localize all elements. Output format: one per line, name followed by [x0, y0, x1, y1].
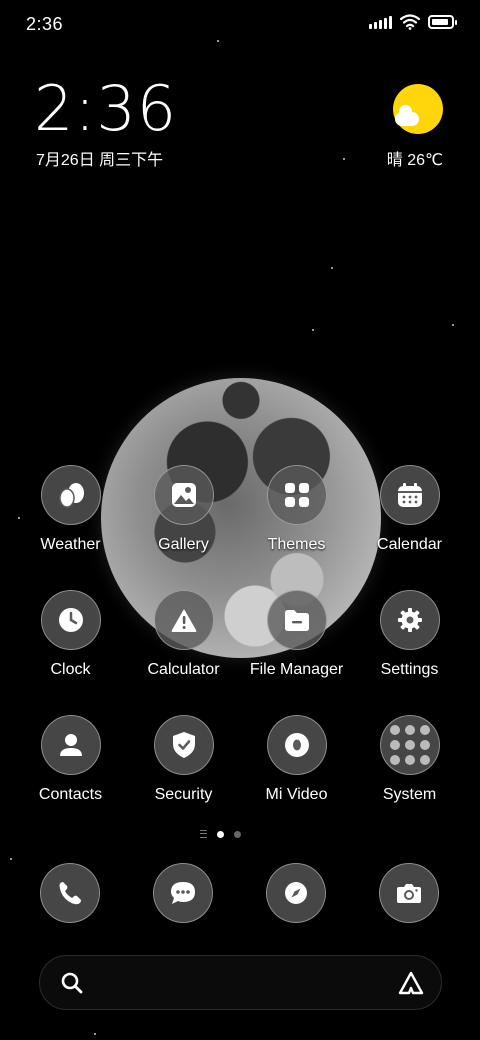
- calculator-icon[interactable]: [153, 590, 214, 650]
- star: [312, 329, 314, 331]
- app-label: Calendar: [377, 536, 442, 553]
- assistant-icon[interactable]: [397, 970, 425, 996]
- app-mi-video[interactable]: Mi Video: [240, 715, 353, 804]
- app-label: Settings: [380, 661, 439, 678]
- themes-icon[interactable]: [266, 465, 327, 525]
- weather-widget[interactable]: 晴 26℃: [383, 84, 443, 174]
- wifi-icon: [400, 14, 420, 30]
- phone-icon[interactable]: [40, 863, 100, 923]
- app-label: System: [382, 786, 437, 803]
- dock-messages[interactable]: [153, 863, 213, 923]
- system-folder-icon[interactable]: [379, 715, 440, 775]
- dock-camera[interactable]: [379, 863, 439, 923]
- star: [217, 40, 219, 42]
- page-dot-active[interactable]: [217, 830, 224, 838]
- security-icon[interactable]: [153, 715, 214, 775]
- home-screen: 2:36 2:36 7月26日 周三下午 晴 26℃ Weather Galle: [0, 0, 480, 1040]
- app-weather[interactable]: Weather: [14, 465, 127, 554]
- signal-icon: [369, 15, 392, 29]
- star: [452, 324, 454, 326]
- app-label: Security: [154, 786, 213, 803]
- app-file-manager[interactable]: File Manager: [240, 590, 353, 679]
- app-label: Mi Video: [265, 786, 328, 803]
- clock-widget-date[interactable]: 7月26日 周三下午: [36, 146, 163, 170]
- star: [343, 158, 345, 160]
- app-calendar[interactable]: Calendar: [353, 465, 466, 554]
- page-dot[interactable]: [234, 830, 241, 838]
- mi-video-icon[interactable]: [266, 715, 327, 775]
- dock-browser[interactable]: [266, 863, 326, 923]
- app-gallery[interactable]: Gallery: [127, 465, 240, 554]
- app-label: Weather: [40, 536, 101, 553]
- gallery-icon[interactable]: [153, 465, 214, 525]
- app-settings[interactable]: Settings: [353, 590, 466, 679]
- star: [10, 858, 12, 860]
- camera-icon[interactable]: [379, 863, 439, 923]
- app-security[interactable]: Security: [127, 715, 240, 804]
- clock-icon[interactable]: [40, 590, 101, 650]
- app-drawer-indicator-icon[interactable]: [200, 830, 207, 838]
- browser-icon[interactable]: [266, 863, 326, 923]
- app-themes[interactable]: Themes: [240, 465, 353, 554]
- app-label: Themes: [267, 536, 326, 553]
- app-contacts[interactable]: Contacts: [14, 715, 127, 804]
- settings-icon[interactable]: [379, 590, 440, 650]
- star: [94, 1033, 96, 1035]
- cloud-icon: [395, 105, 419, 126]
- app-label: File Manager: [249, 661, 344, 678]
- app-label: Clock: [50, 661, 91, 678]
- app-system-folder[interactable]: System: [353, 715, 466, 804]
- folder-preview: [389, 725, 430, 765]
- app-clock[interactable]: Clock: [14, 590, 127, 679]
- star: [331, 267, 333, 269]
- file-manager-icon[interactable]: [266, 590, 327, 650]
- app-calculator[interactable]: Calculator: [127, 590, 240, 679]
- messages-icon[interactable]: [153, 863, 213, 923]
- page-indicator[interactable]: [200, 830, 241, 838]
- status-time: 2:36: [26, 14, 64, 34]
- search-bar[interactable]: [39, 955, 442, 1010]
- app-label: Contacts: [38, 786, 103, 803]
- weather-icon[interactable]: [40, 465, 101, 525]
- app-label: Gallery: [158, 536, 209, 553]
- weather-widget-text: 晴 26℃: [386, 152, 443, 169]
- dock-phone[interactable]: [40, 863, 100, 923]
- search-icon[interactable]: [60, 971, 84, 995]
- clock-widget-time[interactable]: 2:36: [34, 72, 177, 145]
- status-icons: [369, 14, 457, 30]
- calendar-icon[interactable]: [379, 465, 440, 525]
- app-label: Calculator: [147, 661, 220, 678]
- contacts-icon[interactable]: [40, 715, 101, 775]
- battery-icon: [428, 15, 457, 29]
